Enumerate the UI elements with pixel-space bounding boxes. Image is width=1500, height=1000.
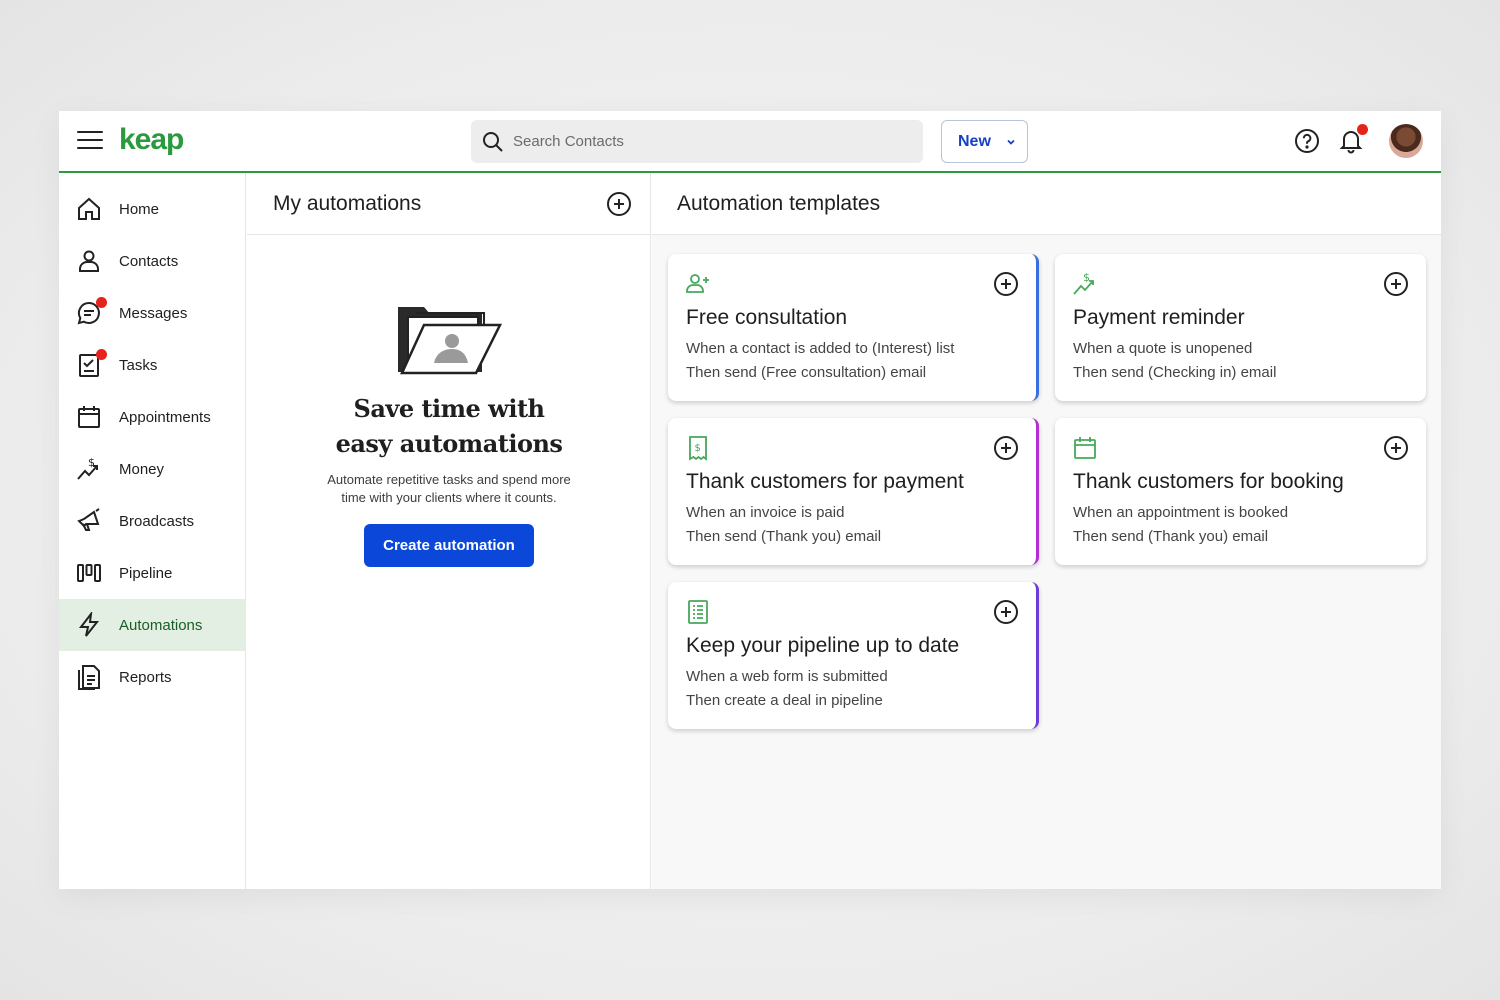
template-card-title: Thank customers for payment — [686, 470, 964, 493]
search-box[interactable] — [471, 120, 923, 163]
add-circle-icon[interactable] — [993, 435, 1019, 461]
template-card-free-consultation[interactable]: Free consultation When a contact is adde… — [668, 254, 1039, 401]
money-icon: $ — [77, 456, 98, 480]
svg-text:$: $ — [88, 456, 95, 469]
user-avatar[interactable] — [1389, 124, 1423, 158]
template-card-trigger: When a contact is added to (Interest) li… — [686, 340, 955, 357]
empty-state-description: Automate repetitive tasks and spend more… — [327, 472, 571, 505]
help-icon[interactable] — [1294, 128, 1320, 154]
template-card-action: Then create a deal in pipeline — [686, 692, 883, 709]
tasks-badge — [96, 349, 107, 360]
my-automations-panel: My automations Save time with easy autom… — [247, 173, 651, 889]
my-automations-title: My automations — [273, 192, 422, 215]
template-card-action: Then send (Checking in) email — [1073, 364, 1277, 381]
sidebar-item-money[interactable]: $ Money — [59, 443, 246, 495]
sidebar-item-pipeline[interactable]: Pipeline — [59, 547, 246, 599]
add-circle-icon[interactable] — [993, 271, 1019, 297]
template-card-trigger: When a web form is submitted — [686, 668, 888, 685]
menu-icon[interactable] — [77, 131, 103, 153]
add-person-icon — [686, 274, 709, 293]
template-card-title: Thank customers for booking — [1073, 470, 1344, 493]
template-card-action: Then send (Free consultation) email — [686, 364, 927, 381]
svg-text:$: $ — [1083, 271, 1090, 284]
sidebar-item-label: Broadcasts — [119, 512, 195, 530]
sidebar-item-appointments[interactable]: Appointments — [59, 391, 246, 443]
top-bar: keap New — [59, 111, 1441, 173]
new-button[interactable]: New — [941, 120, 1028, 163]
template-card-trigger: When a quote is unopened — [1073, 340, 1253, 357]
add-circle-icon[interactable] — [993, 599, 1019, 625]
sidebar-item-label: Home — [119, 200, 160, 218]
home-icon — [78, 197, 100, 220]
person-icon — [79, 250, 99, 272]
sidebar-item-home[interactable]: Home — [59, 183, 246, 235]
create-automation-button[interactable]: Create automation — [364, 524, 534, 567]
template-card-action: Then send (Thank you) email — [686, 528, 882, 545]
template-card-trigger: When an invoice is paid — [686, 504, 845, 521]
keap-logo[interactable]: keap — [119, 123, 184, 157]
templates-title: Automation templates — [677, 192, 881, 215]
money-trend-icon: $ — [1073, 271, 1094, 295]
sidebar: Home Contacts Messages Tasks Appointment… — [59, 173, 246, 889]
sidebar-item-label: Money — [119, 460, 165, 478]
form-icon — [688, 600, 708, 624]
chevron-down-icon — [1007, 139, 1015, 145]
sidebar-item-tasks[interactable]: Tasks — [59, 339, 246, 391]
sidebar-item-contacts[interactable]: Contacts — [59, 235, 246, 287]
templates-header: Automation templates — [652, 173, 1441, 235]
calendar-icon — [1074, 437, 1096, 459]
template-card-thank-booking[interactable]: Thank customers for booking When an appo… — [1055, 418, 1426, 565]
reports-icon — [78, 665, 100, 690]
notifications-bell-icon[interactable] — [1338, 124, 1368, 154]
sidebar-item-label: Pipeline — [119, 564, 173, 582]
template-card-payment-reminder[interactable]: $ Payment reminder When a quote is unope… — [1055, 254, 1426, 401]
notification-dot — [1357, 124, 1368, 135]
calendar-icon — [78, 406, 100, 428]
sidebar-item-messages[interactable]: Messages — [59, 287, 246, 339]
sidebar-item-automations[interactable]: Automations — [59, 599, 246, 651]
sidebar-item-label: Appointments — [119, 408, 211, 426]
sidebar-item-label: Tasks — [119, 356, 158, 374]
template-card-title: Payment reminder — [1073, 306, 1245, 329]
template-card-trigger: When an appointment is booked — [1073, 504, 1289, 521]
add-circle-icon[interactable] — [606, 191, 632, 217]
add-circle-icon[interactable] — [1383, 435, 1409, 461]
search-icon — [483, 132, 503, 152]
empty-state: Save time with easy automations Automate… — [247, 303, 651, 567]
sidebar-item-label: Automations — [119, 616, 203, 634]
lightning-icon — [78, 612, 100, 637]
my-automations-header: My automations — [247, 173, 650, 235]
automation-templates-panel: Automation templates Free consultation W… — [652, 173, 1441, 889]
template-card-title: Free consultation — [686, 306, 848, 329]
template-card-title: Keep your pipeline up to date — [686, 634, 960, 657]
folder-illustration — [398, 307, 503, 375]
app-window: keap New Home Contacts Mes — [59, 111, 1441, 889]
sidebar-item-reports[interactable]: Reports — [59, 651, 246, 703]
empty-state-title: Save time with easy automations — [335, 394, 563, 458]
new-button-label: New — [958, 132, 991, 150]
template-card-action: Then send (Thank you) email — [1073, 528, 1269, 545]
sidebar-item-label: Reports — [119, 668, 172, 686]
svg-text:$: $ — [695, 443, 701, 454]
megaphone-icon — [77, 508, 100, 531]
messages-badge — [96, 297, 107, 308]
template-card-thank-payment[interactable]: $ Thank customers for payment When an in… — [668, 418, 1039, 565]
pipeline-icon — [77, 564, 101, 582]
add-circle-icon[interactable] — [1383, 271, 1409, 297]
sidebar-item-broadcasts[interactable]: Broadcasts — [59, 495, 246, 547]
receipt-icon: $ — [689, 436, 707, 461]
sidebar-item-label: Messages — [119, 304, 188, 322]
template-card-pipeline[interactable]: Keep your pipeline up to date When a web… — [668, 582, 1039, 729]
search-input[interactable] — [513, 120, 913, 163]
sidebar-item-label: Contacts — [119, 252, 179, 270]
